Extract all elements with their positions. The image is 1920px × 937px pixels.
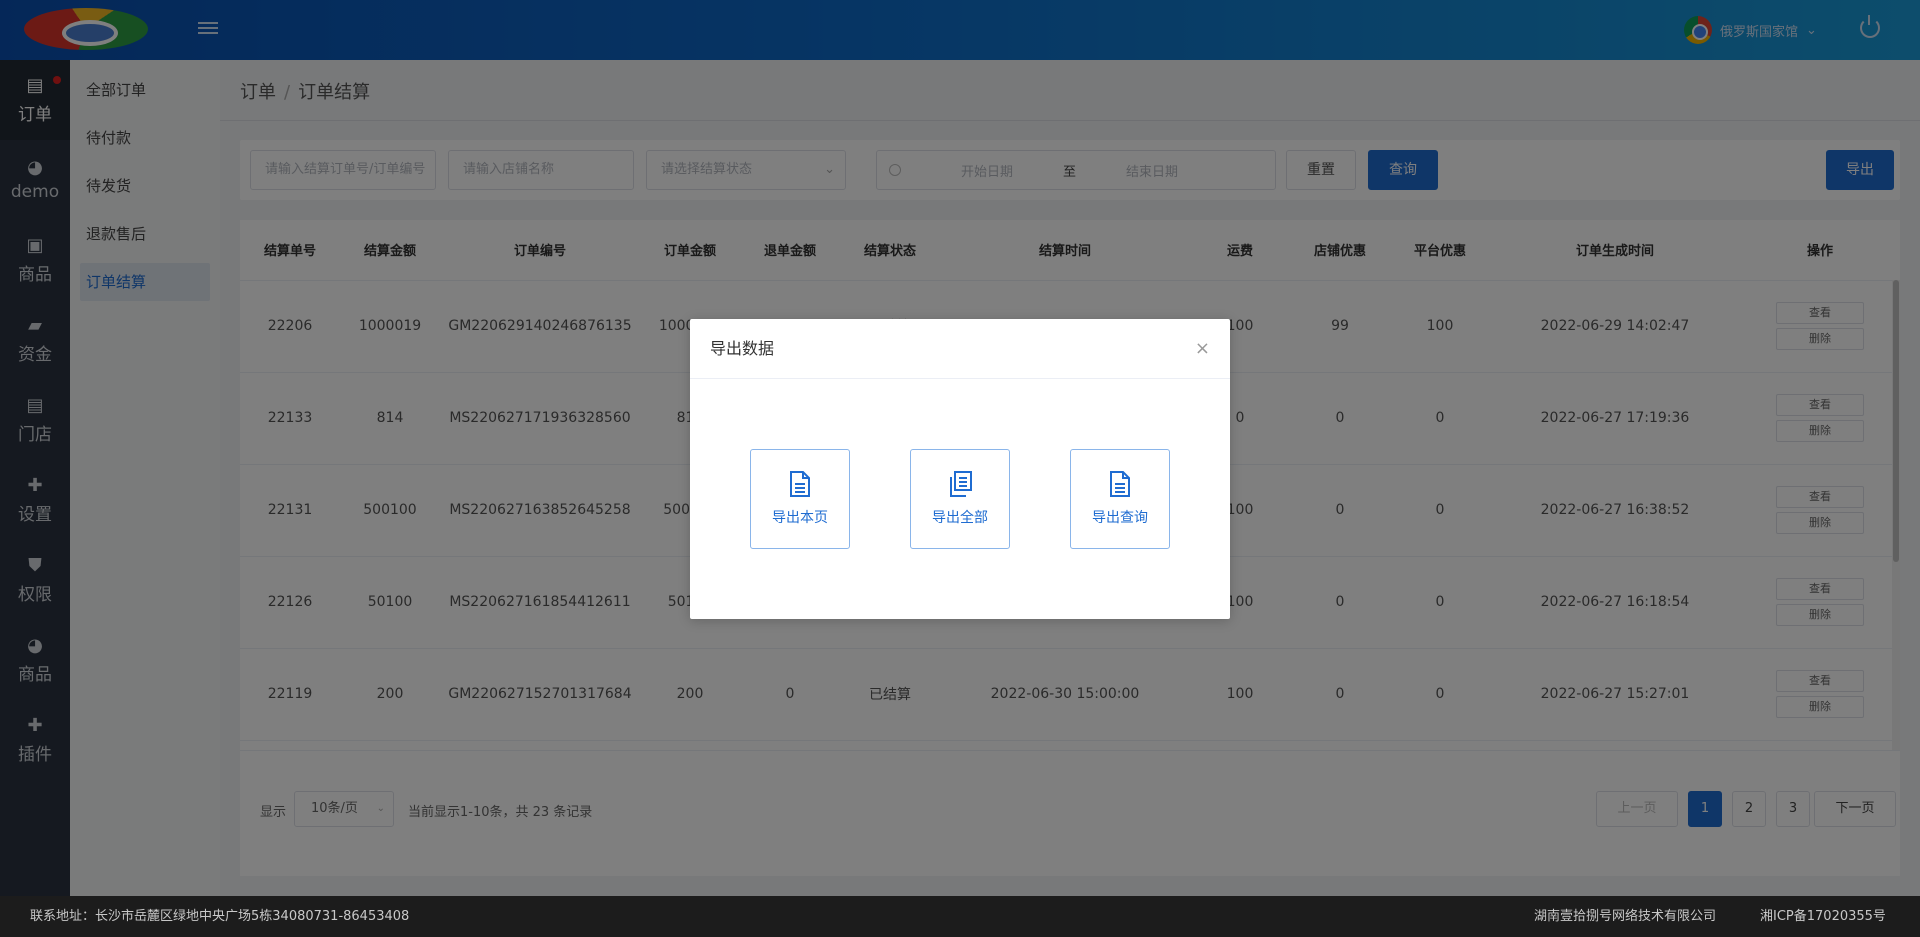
export-page-button[interactable]: 导出本页 xyxy=(750,449,850,549)
copy-document-icon xyxy=(950,471,972,497)
footer-company: 湖南壹拾捌号网络技术有限公司 xyxy=(1534,909,1717,924)
modal-header: 导出数据 × xyxy=(690,319,1230,379)
export-page-label: 导出本页 xyxy=(772,510,828,526)
footer: 联系地址：长沙市岳麓区绿地中央广场5栋34080731-86453408 湖南壹… xyxy=(0,896,1920,937)
export-query-label: 导出查询 xyxy=(1092,510,1148,526)
document-icon xyxy=(790,471,810,497)
document-icon xyxy=(1110,471,1130,497)
export-modal: 导出数据 × 导出本页 导出全部 导出查询 xyxy=(690,319,1230,619)
modal-title: 导出数据 xyxy=(710,339,775,358)
export-all-label: 导出全部 xyxy=(932,510,988,526)
footer-address: 联系地址：长沙市岳麓区绿地中央广场5栋34080731-86453408 xyxy=(30,909,410,924)
footer-icp[interactable]: 湘ICP备17020355号 xyxy=(1760,896,1886,937)
export-query-button[interactable]: 导出查询 xyxy=(1070,449,1170,549)
close-icon[interactable]: × xyxy=(1195,319,1210,379)
export-all-button[interactable]: 导出全部 xyxy=(910,449,1010,549)
